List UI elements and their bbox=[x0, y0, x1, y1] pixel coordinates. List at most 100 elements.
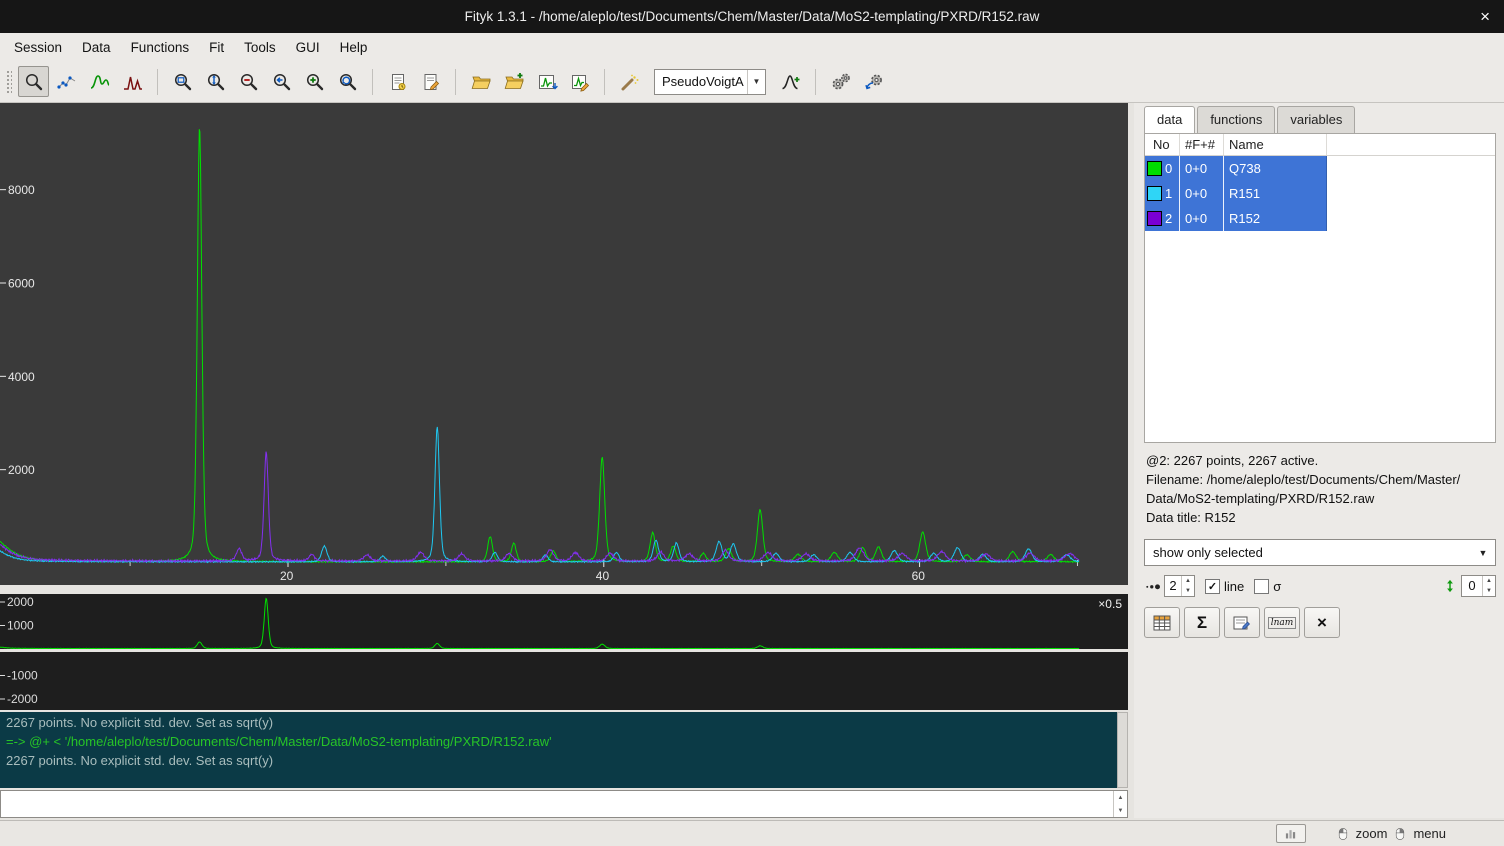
dataset-color-swatch[interactable] bbox=[1147, 211, 1162, 226]
spin-down-icon[interactable]: ▼ bbox=[1182, 586, 1194, 596]
y-shift-spinner[interactable]: 0 ▲▼ bbox=[1461, 575, 1496, 597]
zoom-out-button[interactable] bbox=[233, 66, 264, 97]
console-line: 2267 points. No explicit std. dev. Set a… bbox=[6, 713, 1111, 732]
rename-button[interactable]: lnam bbox=[1264, 607, 1300, 638]
zoom-vertical-button[interactable] bbox=[200, 66, 231, 97]
statusbar-menu-label: menu bbox=[1413, 826, 1446, 841]
mini-chart-icon bbox=[1284, 827, 1298, 841]
sidebar: datafunctionsvariables No#F+#Name 0 0+0Q7… bbox=[1134, 103, 1504, 818]
peak-type-select[interactable]: PseudoVoigtA▼ bbox=[654, 69, 766, 95]
line-checkbox[interactable]: ✓ bbox=[1205, 579, 1220, 594]
dataset-number: 2 bbox=[1165, 211, 1172, 226]
script-editor-button[interactable] bbox=[415, 66, 446, 97]
toolbar-separator bbox=[157, 69, 158, 95]
menu-gui[interactable]: GUI bbox=[286, 36, 330, 59]
spin-up-icon[interactable]: ▲ bbox=[1483, 576, 1495, 586]
dataset-row-R151[interactable]: 10+0R151 bbox=[1145, 181, 1327, 206]
column-header-f: #F+# bbox=[1180, 134, 1224, 155]
command-input[interactable] bbox=[1, 791, 1113, 817]
zoom-in-button[interactable] bbox=[299, 66, 330, 97]
open-data-button[interactable] bbox=[465, 66, 496, 97]
auto-add-peak-button[interactable] bbox=[775, 66, 806, 97]
mouse-right-icon bbox=[1394, 827, 1406, 841]
peak-type-value: PseudoVoigtA bbox=[655, 74, 747, 89]
dataset-row-Q738[interactable]: 0 0+0Q738 bbox=[1145, 156, 1327, 181]
svg-text:1000: 1000 bbox=[7, 619, 34, 633]
aux-plot-upper-canvas[interactable]: 20001000×0.5 bbox=[0, 594, 1128, 649]
point-size-spinner[interactable]: 2 ▲▼ bbox=[1164, 575, 1195, 597]
delete-button[interactable]: × bbox=[1304, 607, 1340, 638]
close-button[interactable]: × bbox=[1480, 0, 1490, 33]
save-session-button[interactable] bbox=[531, 66, 562, 97]
toolbar-separator bbox=[604, 69, 605, 95]
menu-data[interactable]: Data bbox=[72, 36, 121, 59]
add-function-mode-button[interactable] bbox=[84, 66, 115, 97]
chevron-down-icon: ▼ bbox=[747, 70, 765, 94]
dataset-color-swatch[interactable] bbox=[1147, 186, 1162, 201]
dataset-color-swatch[interactable] bbox=[1147, 161, 1162, 176]
tab-data[interactable]: data bbox=[1144, 106, 1195, 133]
zoom-all-button[interactable] bbox=[167, 66, 198, 97]
console-scrollbar[interactable] bbox=[1117, 712, 1128, 788]
dataset-name: Q738 bbox=[1224, 156, 1327, 181]
data-table-button[interactable] bbox=[1144, 607, 1180, 638]
statusbar-config-button[interactable] bbox=[1276, 824, 1306, 843]
add-peak-mode-button[interactable] bbox=[117, 66, 148, 97]
menu-fit[interactable]: Fit bbox=[199, 36, 234, 59]
sum-button[interactable]: Σ bbox=[1184, 607, 1220, 638]
svg-text:2000: 2000 bbox=[7, 595, 34, 609]
edit-data-button[interactable] bbox=[1224, 607, 1260, 638]
data-info-line: Data title: R152 bbox=[1146, 508, 1494, 527]
data-range-mode-button[interactable] bbox=[51, 66, 82, 97]
data-list-panel: No#F+#Name 0 0+0Q73810+0R15120+0R152 bbox=[1144, 133, 1496, 443]
sum-button-glyph: Σ bbox=[1197, 613, 1207, 633]
folder-open-plus-icon bbox=[503, 71, 525, 93]
doc-edit-icon bbox=[420, 71, 442, 93]
spin-down-icon[interactable]: ▼ bbox=[1483, 586, 1495, 596]
zoom-mode-button[interactable] bbox=[18, 66, 49, 97]
open-data-merge-button[interactable] bbox=[498, 66, 529, 97]
dataset-name: R151 bbox=[1224, 181, 1327, 206]
data-transform-button[interactable] bbox=[614, 66, 645, 97]
spin-up-icon[interactable]: ▲ bbox=[1114, 791, 1127, 804]
menu-functions[interactable]: Functions bbox=[121, 36, 200, 59]
data-info-line: @2: 2267 points, 2267 active. bbox=[1146, 451, 1494, 470]
run-fit-button[interactable] bbox=[825, 66, 856, 97]
aux-plot-lower[interactable]: -1000-2000 bbox=[0, 652, 1128, 710]
dataset-number: 0 bbox=[1165, 161, 1172, 176]
data-view-controls: 2 ▲▼ ✓ line σ 0 ▲▼ bbox=[1144, 573, 1496, 599]
show-filter-dropdown[interactable]: show only selected ▼ bbox=[1144, 539, 1496, 566]
menu-tools[interactable]: Tools bbox=[234, 36, 286, 59]
session-log-button[interactable] bbox=[382, 66, 413, 97]
undo-fit-button[interactable] bbox=[858, 66, 889, 97]
sigma-checkbox-label: σ bbox=[1273, 579, 1281, 594]
svg-text:8000: 8000 bbox=[8, 183, 35, 197]
tab-variables[interactable]: variables bbox=[1277, 106, 1355, 133]
menu-help[interactable]: Help bbox=[330, 36, 378, 59]
aux-plot-upper[interactable]: 20001000×0.5 bbox=[0, 594, 1128, 649]
plot-splitter[interactable] bbox=[0, 585, 1128, 594]
input-history-spinner[interactable]: ▲ ▼ bbox=[1113, 791, 1127, 817]
save-chart-icon bbox=[536, 71, 558, 93]
plot-column: 2000400060008000204060 20001000×0.5 -100… bbox=[0, 103, 1128, 818]
zoom-undo-button[interactable] bbox=[332, 66, 363, 97]
output-console[interactable]: 2267 points. No explicit std. dev. Set a… bbox=[0, 712, 1117, 788]
console-line: 2267 points. No explicit std. dev. Set a… bbox=[6, 751, 1111, 770]
dataset-row-R152[interactable]: 20+0R152 bbox=[1145, 206, 1327, 231]
data-points-icon bbox=[56, 71, 78, 93]
aux-plot-lower-canvas[interactable]: -1000-2000 bbox=[0, 652, 1128, 710]
spin-up-icon[interactable]: ▲ bbox=[1182, 576, 1194, 586]
y-shift-value: 0 bbox=[1462, 576, 1482, 596]
doc-log-icon bbox=[387, 71, 409, 93]
sigma-checkbox[interactable] bbox=[1254, 579, 1269, 594]
menu-session[interactable]: Session bbox=[4, 36, 72, 59]
save-session-as-button[interactable] bbox=[564, 66, 595, 97]
main-plot[interactable]: 2000400060008000204060 bbox=[0, 103, 1128, 585]
zoom-previous-button[interactable] bbox=[266, 66, 297, 97]
tab-functions[interactable]: functions bbox=[1197, 106, 1275, 133]
dataset-fcount: 0+0 bbox=[1180, 156, 1224, 181]
spin-down-icon[interactable]: ▼ bbox=[1114, 804, 1127, 817]
data-list-header: No#F+#Name bbox=[1145, 134, 1495, 156]
main-plot-canvas[interactable]: 2000400060008000204060 bbox=[0, 103, 1128, 585]
toolbar-grip[interactable] bbox=[6, 70, 12, 94]
